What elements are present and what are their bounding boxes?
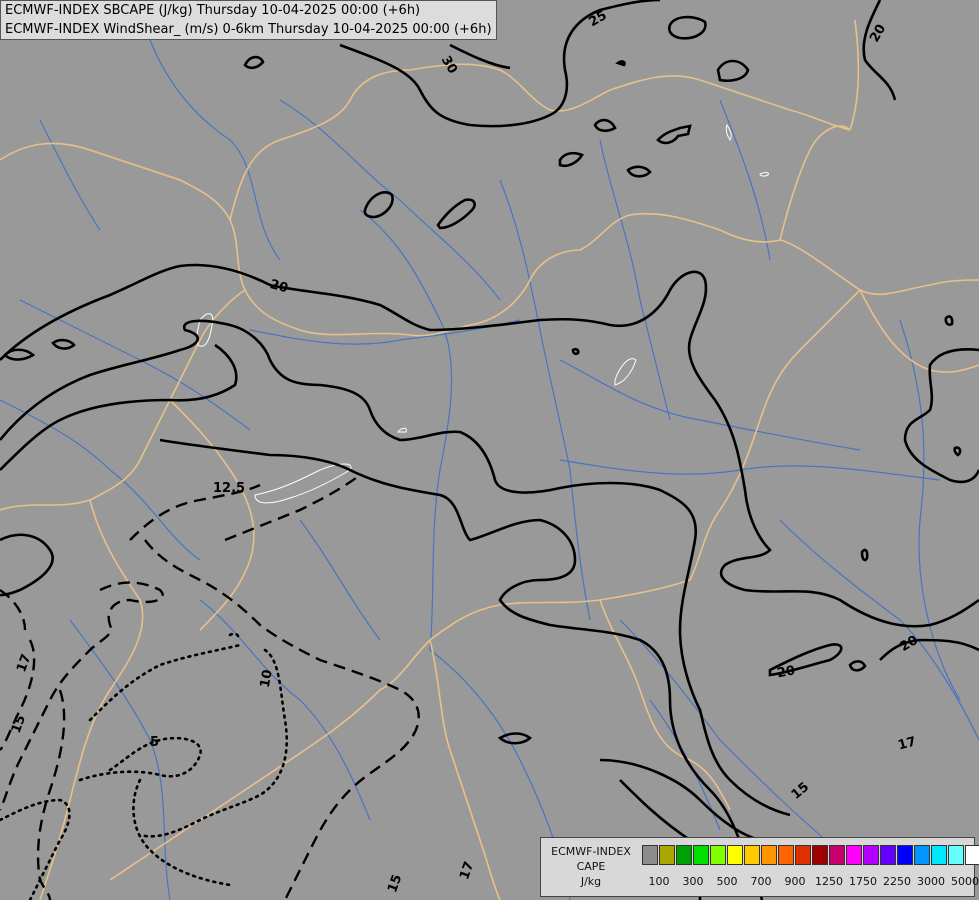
legend-title-source: ECMWF-INDEX — [551, 845, 631, 858]
cape-legend: ECMWF-INDEX CAPE J/kg 100 300 500 700 900 125… — [540, 837, 979, 897]
legend-tick-label: 900 — [784, 875, 806, 888]
legend-swatch — [693, 845, 709, 865]
weather-map: 25 30 20 20 20 20 12.5 10 5 17 15 17 15 … — [0, 0, 979, 900]
legend-swatch — [676, 845, 692, 865]
legend-swatch — [642, 845, 658, 865]
legend-title-variable: CAPE — [576, 860, 606, 873]
legend-swatch — [897, 845, 913, 865]
legend-swatch — [829, 845, 845, 865]
legend-tick-label: 300 — [682, 875, 704, 888]
legend-swatch — [659, 845, 675, 865]
legend-swatch — [931, 845, 947, 865]
contour-label: 20 — [776, 663, 796, 681]
legend-swatch — [744, 845, 760, 865]
legend-swatch — [846, 845, 862, 865]
legend-swatch — [812, 845, 828, 865]
contour-label: 10 — [258, 669, 276, 689]
legend-tick-label: 100 — [648, 875, 670, 888]
map-title-windshear: ECMWF-INDEX WindShear_ (m/s) 0-6km Thurs… — [5, 22, 492, 37]
legend-tick-label: 700 — [750, 875, 772, 888]
legend-tick-label: 500 — [716, 875, 738, 888]
legend-swatch — [761, 845, 777, 865]
contour-label: 12.5 — [213, 481, 245, 496]
legend-color-scale — [642, 845, 979, 867]
legend-swatch — [914, 845, 930, 865]
legend-swatch — [727, 845, 743, 865]
legend-tick-label: 3000 — [917, 875, 945, 888]
contour-label: 5 — [150, 735, 159, 750]
legend-swatch — [880, 845, 896, 865]
legend-tick-label: 1750 — [849, 875, 877, 888]
legend-swatch — [948, 845, 964, 865]
map-title-box: ECMWF-INDEX SBCAPE (J/kg) Thursday 10-04… — [0, 0, 497, 40]
map-background — [0, 0, 979, 900]
legend-swatch — [863, 845, 879, 865]
legend-tick-label: 5000 — [951, 875, 979, 888]
legend-swatch — [778, 845, 794, 865]
legend-tick-label: 1250 — [815, 875, 843, 888]
legend-title: ECMWF-INDEX CAPE J/kg — [545, 844, 637, 889]
map-title-cape: ECMWF-INDEX SBCAPE (J/kg) Thursday 10-04… — [5, 3, 421, 18]
legend-swatch — [795, 845, 811, 865]
legend-tick-label: 2250 — [883, 875, 911, 888]
legend-units: J/kg — [580, 875, 602, 888]
legend-swatch — [710, 845, 726, 865]
legend-swatch — [965, 845, 979, 865]
